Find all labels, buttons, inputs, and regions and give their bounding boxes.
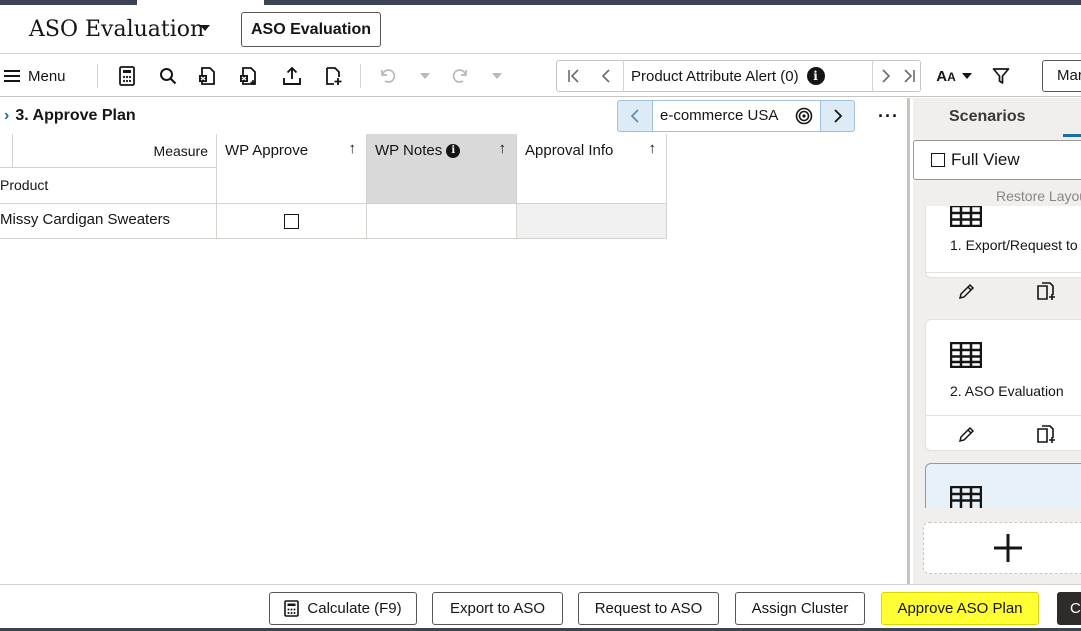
duplicate-icon[interactable] bbox=[1037, 425, 1057, 444]
undo-icon[interactable] bbox=[378, 63, 398, 89]
restore-layout-link[interactable]: Restore Layout bbox=[996, 188, 1081, 204]
worksheet-card-2[interactable]: 2. ASO Evaluation bbox=[925, 319, 1081, 451]
alert-selector[interactable]: Product Attribute Alert (0) i bbox=[623, 61, 873, 91]
chevron-right-icon[interactable]: › bbox=[4, 107, 9, 125]
worksheet-cards: 1. Export/Request to ASO 2. ASO Evaluati… bbox=[925, 206, 1081, 508]
redo-dropdown-icon[interactable] bbox=[490, 63, 504, 89]
tab-scenarios[interactable]: Scenarios bbox=[949, 108, 1025, 126]
more-options-icon[interactable]: ··· bbox=[878, 106, 899, 127]
assign-cluster-button[interactable]: Assign Cluster bbox=[735, 592, 865, 625]
app-title-dropdown-icon[interactable] bbox=[200, 25, 210, 31]
edit-icon[interactable] bbox=[958, 283, 975, 300]
column-label: WP Approve bbox=[225, 142, 309, 159]
product-header: Product bbox=[0, 168, 217, 204]
hamburger-icon bbox=[4, 70, 20, 82]
toolbar-divider bbox=[97, 64, 98, 88]
calculate-button[interactable]: Calculate (F9) bbox=[269, 592, 417, 625]
view-name-button[interactable]: ASO Evaluation bbox=[241, 12, 381, 47]
approval-info-cell bbox=[517, 204, 667, 239]
wp-notes-cell[interactable] bbox=[367, 204, 517, 239]
action-footer: Calculate (F9) Export to ASO Request to … bbox=[0, 584, 1081, 631]
toolbar-divider bbox=[360, 64, 361, 88]
menu-button[interactable]: Menu bbox=[4, 63, 66, 89]
menu-label: Menu bbox=[28, 67, 66, 85]
wp-approve-cell[interactable] bbox=[217, 204, 367, 239]
request-to-aso-button[interactable]: Request to ASO bbox=[578, 592, 719, 625]
location-label[interactable]: e-commerce USA bbox=[652, 101, 788, 131]
toolbar: Menu Product Attribute Alert (0) i AA Ma… bbox=[0, 55, 1081, 97]
alert-navigator: Product Attribute Alert (0) i bbox=[556, 60, 921, 92]
calculator-icon[interactable] bbox=[116, 63, 138, 89]
tab-underline bbox=[1063, 134, 1081, 137]
full-view-checkbox[interactable] bbox=[931, 153, 945, 167]
info-icon[interactable]: i bbox=[446, 143, 461, 158]
app-title: ASO Evaluation bbox=[29, 17, 205, 42]
column-header-wp-notes[interactable]: WP Notes i ↑ bbox=[367, 134, 517, 204]
table-icon bbox=[950, 342, 982, 368]
info-icon[interactable]: i bbox=[806, 67, 825, 85]
table-icon bbox=[950, 206, 982, 227]
first-page-icon[interactable] bbox=[557, 61, 590, 91]
table-icon bbox=[950, 486, 982, 508]
undo-dropdown-icon[interactable] bbox=[418, 63, 432, 89]
export-to-aso-button[interactable]: Export to ASO bbox=[432, 592, 563, 625]
calculate-label: Calculate (F9) bbox=[307, 600, 402, 617]
manage-button[interactable]: Mar bbox=[1042, 60, 1081, 92]
row-header-product[interactable]: Missy Cardigan Sweaters bbox=[0, 204, 217, 239]
full-view-label: Full View bbox=[951, 150, 1020, 169]
previous-page-icon[interactable] bbox=[590, 61, 623, 91]
section-title: 3. Approve Plan bbox=[15, 107, 136, 124]
sort-ascending-icon[interactable]: ↑ bbox=[649, 140, 657, 157]
document-add-icon[interactable] bbox=[322, 63, 344, 89]
approve-aso-plan-button[interactable]: Approve ASO Plan bbox=[881, 592, 1039, 625]
card-actions bbox=[926, 272, 1081, 309]
close-button[interactable]: C bbox=[1057, 592, 1081, 625]
corner-cell bbox=[0, 134, 13, 168]
worksheet-card-3[interactable] bbox=[925, 463, 1081, 508]
next-location-icon[interactable] bbox=[820, 101, 854, 131]
font-size-button[interactable]: AA bbox=[932, 63, 976, 89]
add-worksheet-button[interactable] bbox=[923, 522, 1081, 574]
sort-ascending-icon[interactable]: ↑ bbox=[349, 140, 357, 157]
next-page-icon[interactable] bbox=[873, 61, 897, 91]
duplicate-icon[interactable] bbox=[1037, 282, 1057, 301]
import-excel-icon[interactable] bbox=[238, 63, 260, 89]
filter-icon[interactable] bbox=[990, 63, 1012, 89]
font-size-icon: AA bbox=[936, 67, 956, 85]
last-page-icon[interactable] bbox=[897, 61, 921, 91]
full-view-toggle[interactable]: Full View bbox=[913, 140, 1081, 180]
column-label: Approval Info bbox=[525, 142, 614, 159]
target-icon[interactable] bbox=[788, 101, 820, 131]
worksheet-card-label: 2. ASO Evaluation bbox=[950, 383, 1064, 399]
measure-header: Measure bbox=[13, 134, 217, 168]
worksheet-card-label: 1. Export/Request to ASO bbox=[950, 237, 1081, 253]
wp-approve-checkbox[interactable] bbox=[284, 213, 299, 229]
column-header-wp-approve[interactable]: WP Approve ↑ bbox=[217, 134, 367, 204]
redo-icon[interactable] bbox=[450, 63, 470, 89]
plus-icon bbox=[994, 534, 1022, 562]
edit-icon[interactable] bbox=[958, 426, 975, 443]
card-actions bbox=[926, 415, 1081, 452]
font-size-dropdown-icon bbox=[961, 73, 972, 79]
search-icon[interactable] bbox=[157, 63, 179, 89]
scenarios-panel: Scenarios Full View Restore Layout 1. Ex… bbox=[913, 98, 1081, 584]
previous-location-icon[interactable] bbox=[618, 101, 652, 131]
location-selector: e-commerce USA bbox=[617, 100, 855, 132]
alert-label: Product Attribute Alert (0) bbox=[631, 67, 799, 85]
upload-icon[interactable] bbox=[280, 63, 304, 89]
approve-plan-panel: › 3. Approve Plan e-commerce USA ··· Mea… bbox=[0, 98, 910, 584]
app-header: ASO Evaluation ASO Evaluation bbox=[0, 5, 1081, 54]
section-header[interactable]: › 3. Approve Plan bbox=[4, 107, 136, 125]
sort-ascending-icon[interactable]: ↑ bbox=[499, 140, 507, 157]
column-header-approval-info[interactable]: Approval Info ↑ bbox=[517, 134, 667, 204]
calculator-icon bbox=[284, 600, 300, 617]
column-label: WP Notes bbox=[375, 142, 443, 159]
export-excel-icon[interactable] bbox=[197, 63, 219, 89]
worksheet-card-1[interactable]: 1. Export/Request to ASO bbox=[925, 206, 1081, 300]
